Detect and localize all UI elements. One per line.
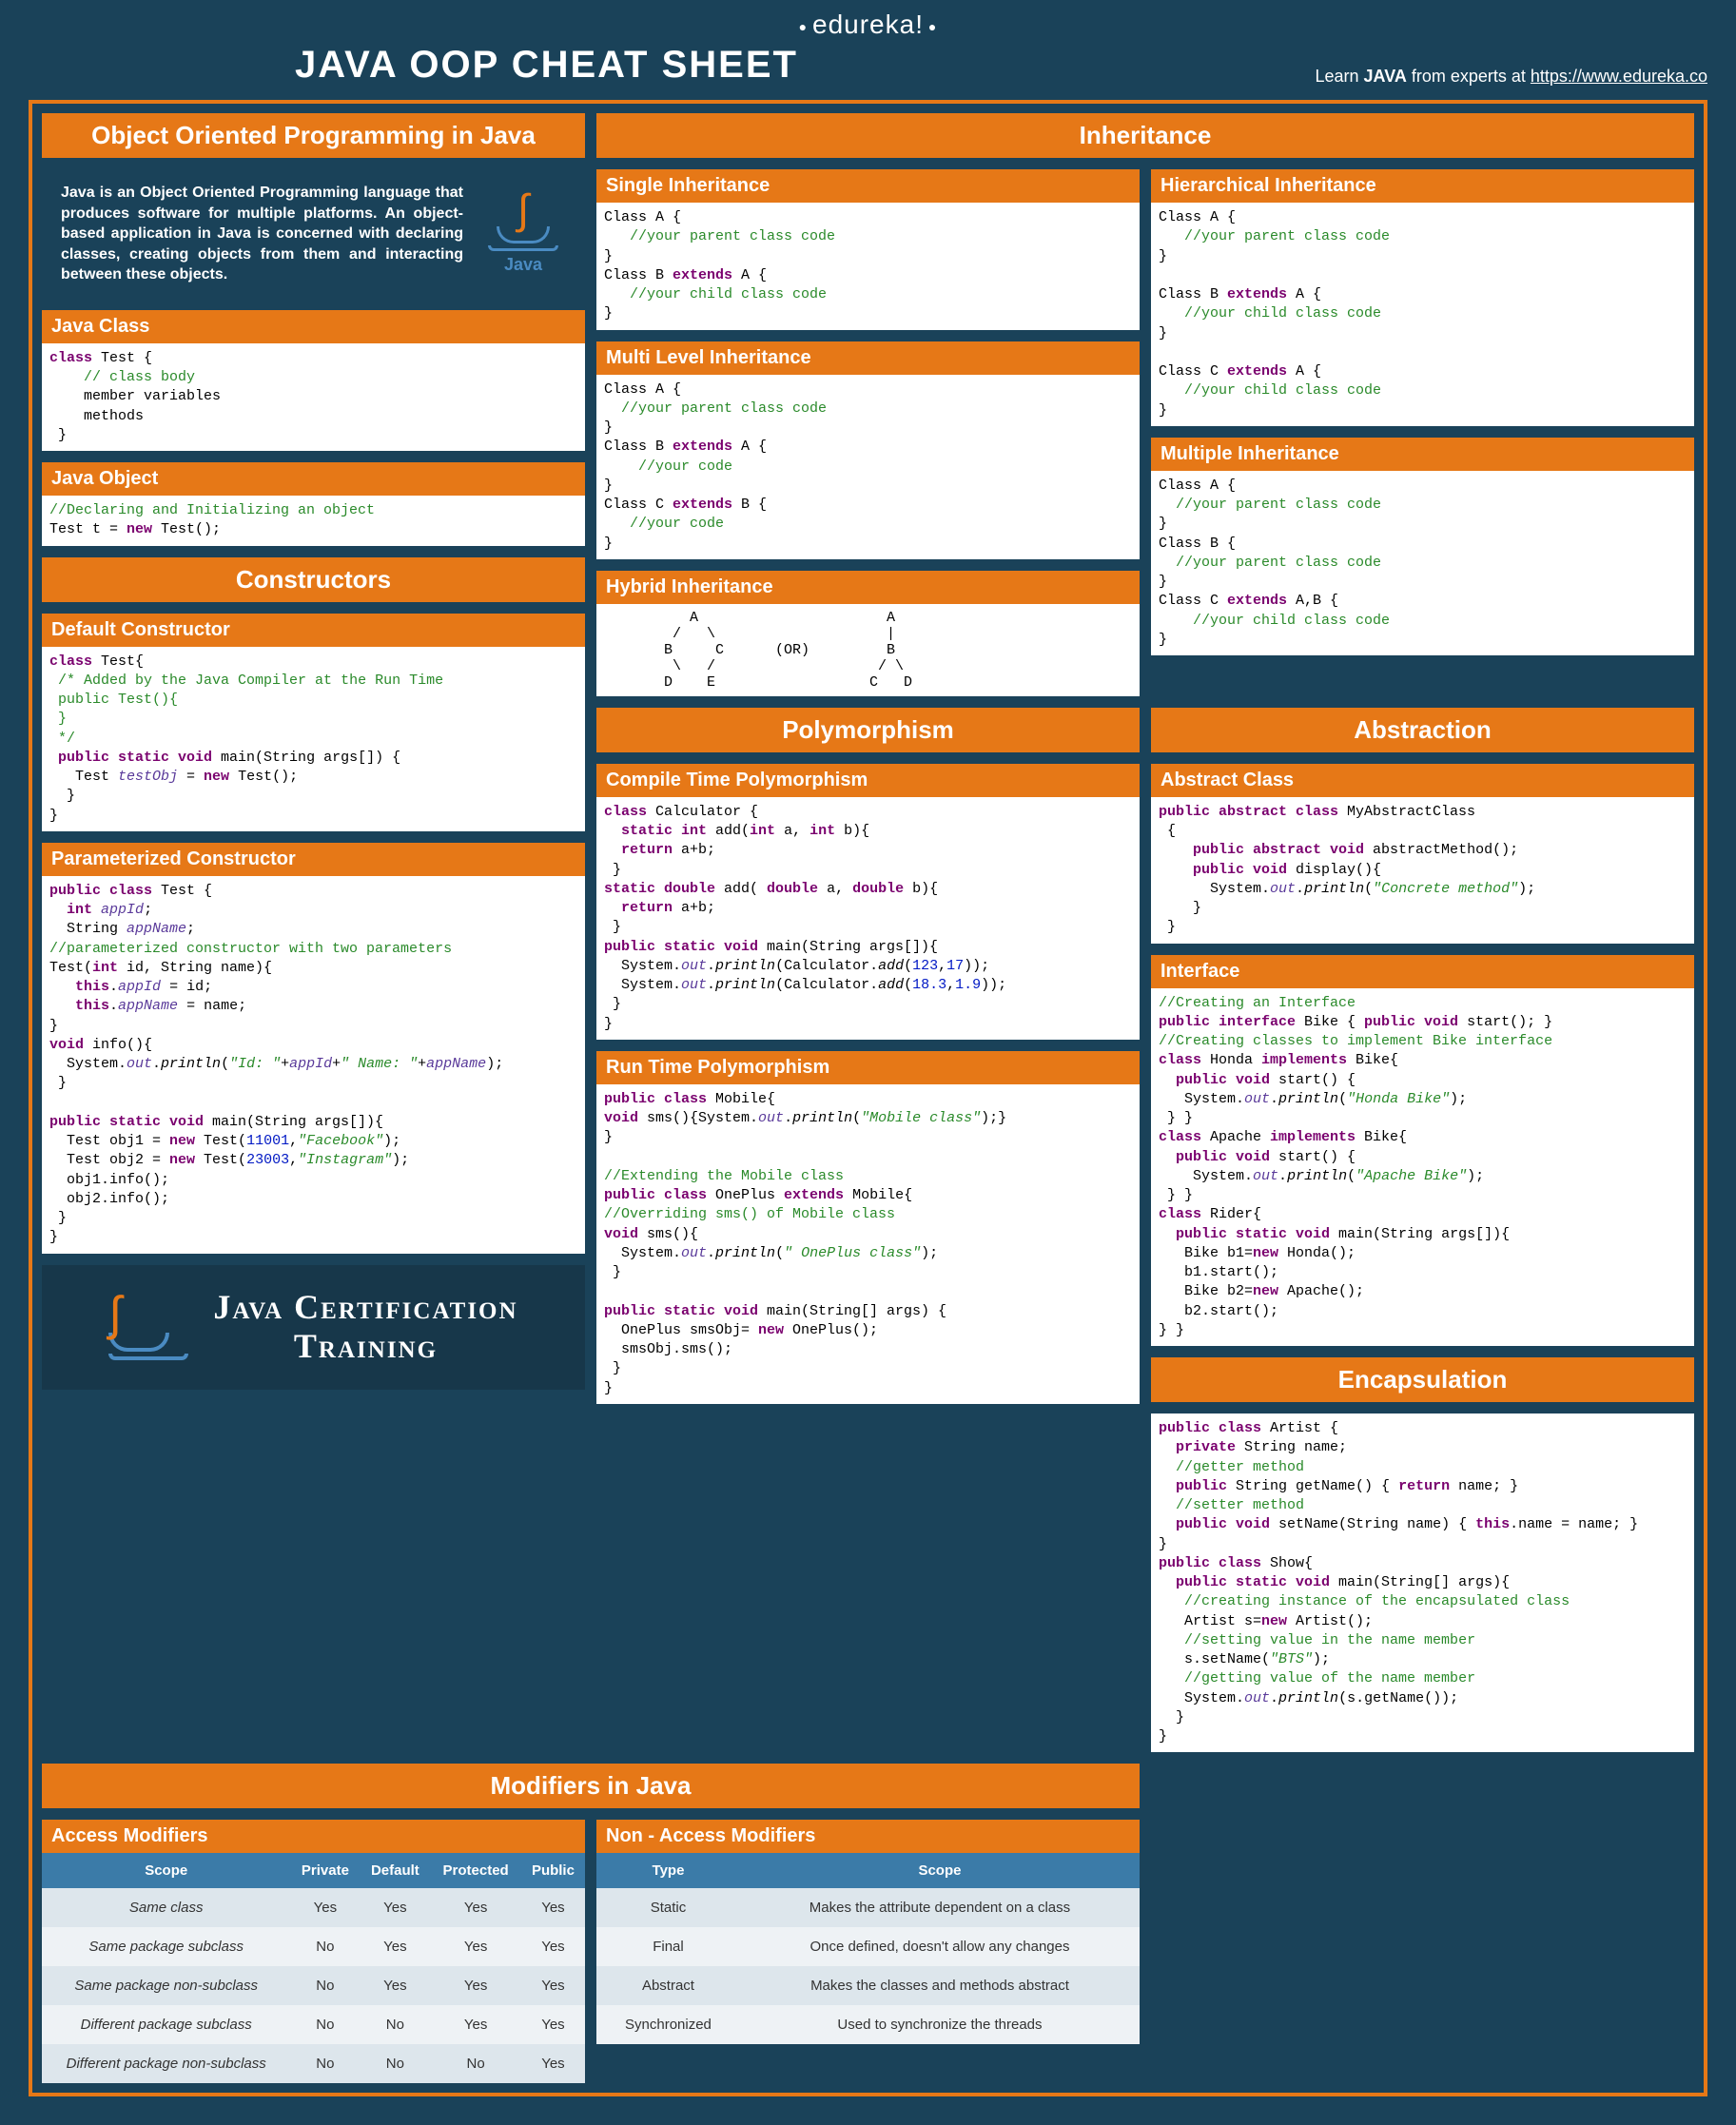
table-header: Type bbox=[596, 1853, 740, 1888]
nonaccess-mod-title: Non - Access Modifiers bbox=[596, 1820, 1140, 1853]
hierarchical-title: Hierarchical Inheritance bbox=[1151, 169, 1694, 203]
multiple-inh-code: Class A { //your parent class code } Cla… bbox=[1151, 471, 1694, 655]
table-row: SynchronizedUsed to synchronize the thre… bbox=[596, 2005, 1140, 2044]
single-inh-code: Class A { //your parent class code } Cla… bbox=[596, 203, 1140, 330]
learn-link-text: Learn JAVA from experts at https://www.e… bbox=[1315, 67, 1707, 87]
default-ctor-title: Default Constructor bbox=[42, 614, 585, 647]
hybrid-diagram: A A / \ | B C (OR) B \ / / \ D E C D bbox=[596, 604, 1140, 696]
multi-level-title: Multi Level Inheritance bbox=[596, 341, 1140, 375]
learn-url[interactable]: https://www.edureka.co bbox=[1531, 67, 1707, 86]
runtime-poly-code: public class Mobile{ void sms(){System.o… bbox=[596, 1084, 1140, 1404]
runtime-poly-title: Run Time Polymorphism bbox=[596, 1051, 1140, 1084]
default-ctor-code: class Test{ /* Added by the Java Compile… bbox=[42, 647, 585, 831]
table-header: Public bbox=[521, 1853, 585, 1888]
learn-suffix: from experts at bbox=[1407, 67, 1531, 86]
table-row: Same package subclassNoYesYesYes bbox=[42, 1927, 585, 1966]
java-object-title: Java Object bbox=[42, 462, 585, 496]
compile-poly-title: Compile Time Polymorphism bbox=[596, 764, 1140, 797]
compile-poly-code: class Calculator { static int add(int a,… bbox=[596, 797, 1140, 1040]
certification-banner: ∫ Java CertificationTraining bbox=[42, 1265, 585, 1390]
abstraction-title: Abstraction bbox=[1151, 708, 1694, 752]
nonaccess-modifiers-table: TypeScope StaticMakes the attribute depe… bbox=[596, 1853, 1140, 2044]
constructors-title: Constructors bbox=[42, 557, 585, 602]
multiple-inh-title: Multiple Inheritance bbox=[1151, 438, 1694, 471]
cert-text: Java CertificationTraining bbox=[213, 1288, 517, 1367]
intro-text: Java is an Object Oriented Programming l… bbox=[61, 183, 463, 285]
multi-level-code: Class A { //your parent class code } Cla… bbox=[596, 375, 1140, 559]
learn-strong: JAVA bbox=[1364, 67, 1407, 86]
table-header: Default bbox=[360, 1853, 430, 1888]
table-row: StaticMakes the attribute dependent on a… bbox=[596, 1888, 1140, 1927]
access-mod-title: Access Modifiers bbox=[42, 1820, 585, 1853]
header-row: JAVA OOP CHEAT SHEET Learn JAVA from exp… bbox=[29, 44, 1707, 87]
encapsulation-code: public class Artist { private String nam… bbox=[1151, 1413, 1694, 1752]
table-row: Same classYesYesYesYes bbox=[42, 1888, 585, 1927]
learn-prefix: Learn bbox=[1315, 67, 1363, 86]
abstract-class-code: public abstract class MyAbstractClass { … bbox=[1151, 797, 1694, 944]
brand-header: edureka! bbox=[29, 10, 1707, 40]
interface-code: //Creating an Interface public interface… bbox=[1151, 988, 1694, 1347]
modifiers-section: Modifiers in Java Access Modifiers Scope… bbox=[42, 1764, 1140, 2083]
java-object-code: //Declaring and Initializing an object T… bbox=[42, 496, 585, 546]
poly-title: Polymorphism bbox=[596, 708, 1140, 752]
java-logo-label: Java bbox=[504, 255, 542, 275]
content-frame: Object Oriented Programming in Java Java… bbox=[29, 100, 1707, 2096]
table-header: Private bbox=[290, 1853, 360, 1888]
hybrid-title: Hybrid Inheritance bbox=[596, 571, 1140, 604]
table-header: Scope bbox=[740, 1853, 1140, 1888]
table-row: FinalOnce defined, doesn't allow any cha… bbox=[596, 1927, 1140, 1966]
table-row: Same package non-subclassNoYesYesYes bbox=[42, 1966, 585, 2005]
page-title: JAVA OOP CHEAT SHEET bbox=[295, 44, 798, 87]
oop-title: Object Oriented Programming in Java bbox=[42, 113, 585, 158]
interface-title: Interface bbox=[1151, 955, 1694, 988]
cert-java-icon: ∫ bbox=[108, 1295, 188, 1360]
col-left: Object Oriented Programming in Java Java… bbox=[42, 113, 585, 1752]
encapsulation-title: Encapsulation bbox=[1151, 1357, 1694, 1402]
right-wrap: Inheritance Single Inheritance Class A {… bbox=[596, 113, 1694, 1752]
access-modifiers-table: ScopePrivateDefaultProtectedPublic Same … bbox=[42, 1853, 585, 2083]
abstract-class-title: Abstract Class bbox=[1151, 764, 1694, 797]
single-inh-title: Single Inheritance bbox=[596, 169, 1140, 203]
intro-box: Java is an Object Oriented Programming l… bbox=[42, 169, 585, 299]
table-row: Different package non-subclassNoNoNoYes bbox=[42, 2044, 585, 2083]
java-logo-icon: ∫ Java bbox=[480, 191, 566, 277]
table-row: AbstractMakes the classes and methods ab… bbox=[596, 1966, 1140, 2005]
hierarchical-code: Class A { //your parent class code } Cla… bbox=[1151, 203, 1694, 426]
table-header: Scope bbox=[42, 1853, 290, 1888]
modifiers-title: Modifiers in Java bbox=[42, 1764, 1140, 1808]
java-class-title: Java Class bbox=[42, 310, 585, 343]
table-header: Protected bbox=[430, 1853, 521, 1888]
table-row: Different package subclassNoNoYesYes bbox=[42, 2005, 585, 2044]
inheritance-title: Inheritance bbox=[596, 113, 1694, 158]
param-ctor-title: Parameterized Constructor bbox=[42, 843, 585, 876]
param-ctor-code: public class Test { int appId; String ap… bbox=[42, 876, 585, 1254]
java-class-code: class Test { // class body member variab… bbox=[42, 343, 585, 451]
